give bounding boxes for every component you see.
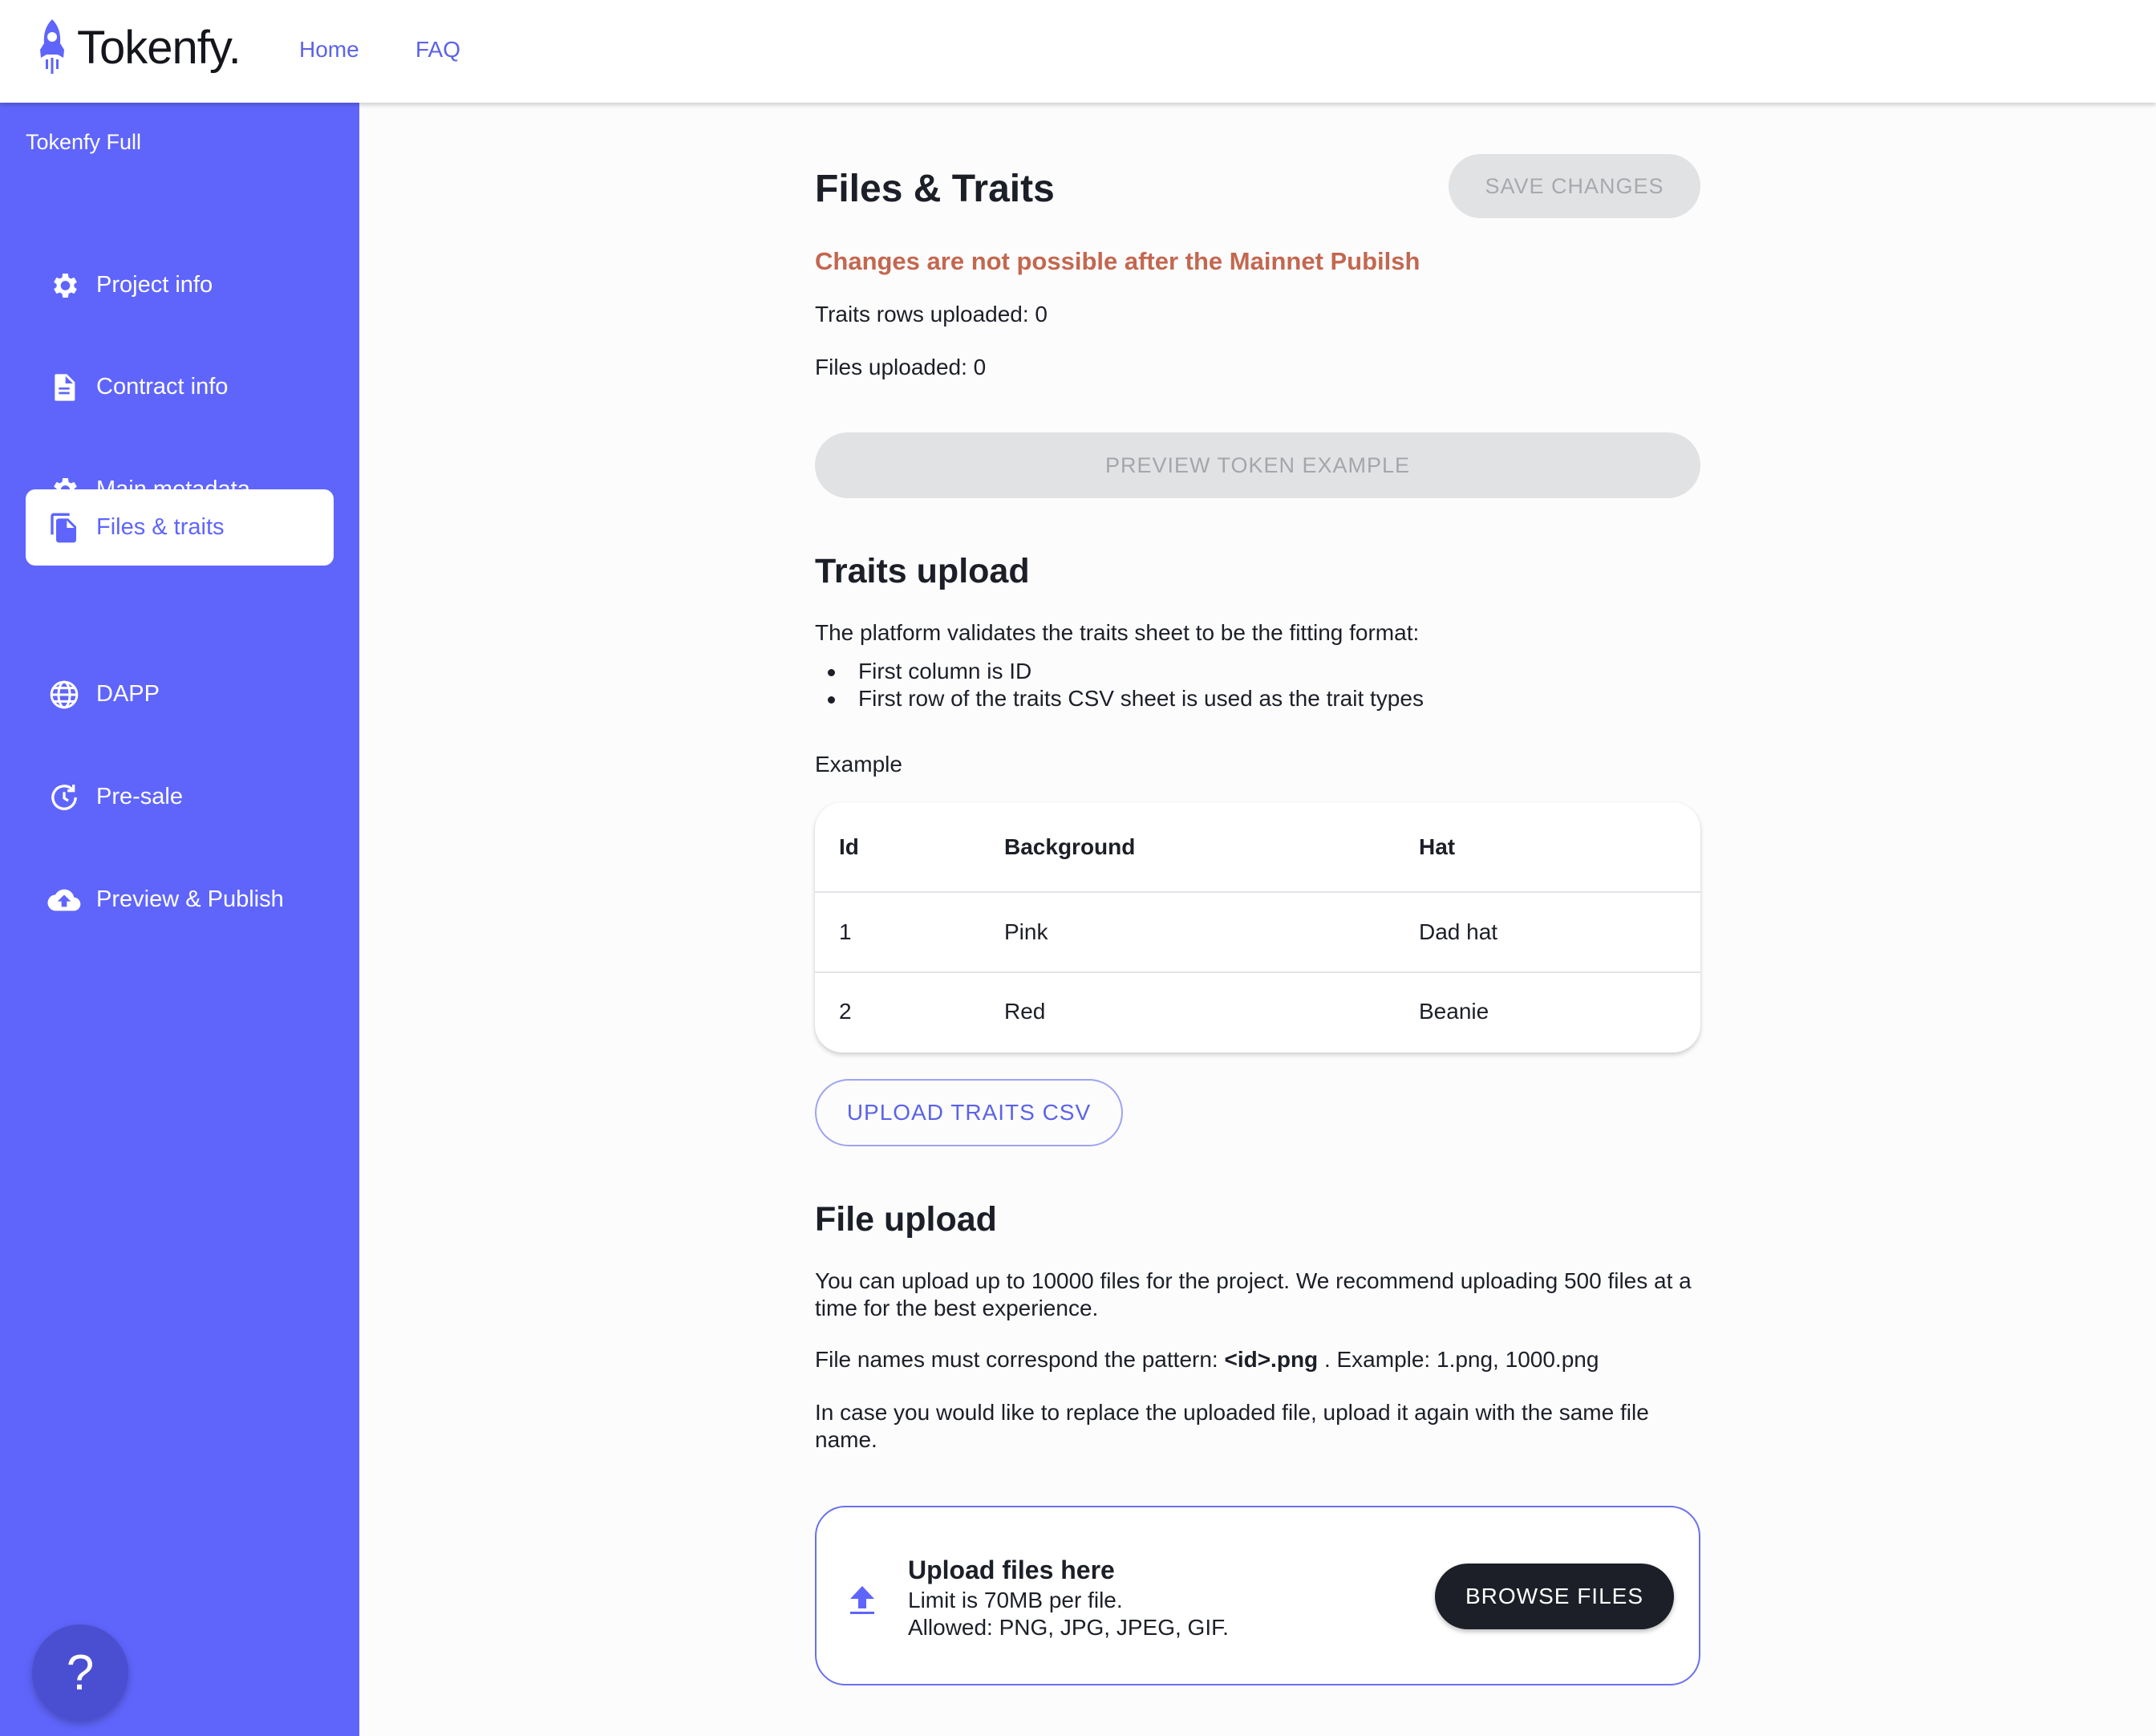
- sidebar: Tokenfy Full Project info Contract info …: [0, 103, 359, 1736]
- sidebar-item-project-info[interactable]: Project info: [26, 247, 334, 323]
- sidebar-item-label: DAPP: [96, 681, 160, 707]
- preview-token-button[interactable]: PREVIEW TOKEN EXAMPLE: [815, 432, 1700, 498]
- table-header-row: Id Background Hat: [815, 802, 1700, 893]
- file-replace-text: In case you would like to replace the up…: [815, 1400, 1649, 1452]
- sidebar-item-label: Pre-sale: [96, 784, 183, 809]
- pattern-suffix: . Example: 1.png, 1000.png: [1323, 1347, 1599, 1372]
- top-header: Tokenfy. Home FAQ: [0, 0, 2156, 103]
- page-title: Files & Traits: [815, 168, 1055, 210]
- sidebar-item-dapp[interactable]: DAPP: [26, 656, 334, 732]
- table-cell: Dad hat: [1419, 919, 1498, 944]
- list-item: First row of the traits CSV sheet is use…: [815, 685, 1424, 712]
- table-cell: Beanie: [1419, 999, 1489, 1024]
- nav-faq-link[interactable]: FAQ: [415, 37, 460, 63]
- table-cell: 2: [839, 999, 852, 1024]
- sidebar-item-label: Preview & Publish: [96, 886, 284, 912]
- browse-files-button[interactable]: BROWSE FILES: [1435, 1564, 1674, 1629]
- upload-traits-csv-button[interactable]: UPLOAD TRAITS CSV: [815, 1079, 1123, 1146]
- logo[interactable]: Tokenfy.: [34, 18, 241, 77]
- sidebar-title: Tokenfy Full: [26, 130, 142, 154]
- sidebar-item-pre-sale[interactable]: Pre-sale: [26, 759, 334, 835]
- file-upload-heading: File upload: [815, 1200, 997, 1239]
- mainnet-warning: Changes are not possible after the Mainn…: [815, 247, 1420, 275]
- sidebar-item-preview-publish[interactable]: Preview & Publish: [26, 862, 334, 938]
- table-header-hat: Hat: [1419, 834, 1456, 859]
- clock-refresh-icon: [47, 780, 82, 815]
- sidebar-item-label: Files & traits: [96, 514, 225, 540]
- dropzone-title: Upload files here: [908, 1556, 1115, 1584]
- pattern-value: <id>.png: [1224, 1347, 1319, 1372]
- globe-icon: [47, 677, 82, 712]
- file-upload-limit-text: You can upload up to 10000 files for the…: [815, 1268, 1692, 1320]
- table-row: 1 Pink Dad hat: [815, 893, 1700, 973]
- dropzone-allowed: Allowed: PNG, JPG, JPEG, GIF.: [908, 1615, 1229, 1640]
- rocket-icon: [40, 19, 64, 74]
- traits-rows-count: Traits rows uploaded: 0: [815, 302, 1048, 327]
- sidebar-item-files-traits[interactable]: Files & traits: [26, 489, 334, 566]
- traits-example-table: Id Background Hat 1 Pink Dad hat 2 Red B…: [815, 802, 1700, 1053]
- table-row: 2 Red Beanie: [815, 973, 1700, 1053]
- example-label: Example: [815, 752, 902, 777]
- save-changes-button[interactable]: SAVE CHANGES: [1449, 154, 1700, 218]
- table-header-id: Id: [839, 834, 859, 859]
- traits-upload-heading: Traits upload: [815, 552, 1030, 590]
- table-header-background: Background: [1004, 834, 1136, 859]
- table-cell: Red: [1004, 999, 1046, 1024]
- list-item: First column is ID: [815, 658, 1424, 685]
- file-dropzone[interactable]: Upload files here Limit is 70MB per file…: [815, 1506, 1700, 1685]
- traits-rules-list: First column is ID First row of the trai…: [815, 658, 1424, 712]
- traits-intro: The platform validates the traits sheet …: [815, 620, 1420, 645]
- document-icon: [47, 370, 82, 405]
- dropzone-limit: Limit is 70MB per file.: [908, 1588, 1123, 1612]
- cloud-upload-icon: [47, 882, 82, 918]
- upload-arrow-icon: [850, 1586, 874, 1614]
- logo-text: Tokenfy.: [77, 21, 241, 74]
- nav-home-link[interactable]: Home: [299, 37, 359, 63]
- gear-icon: [47, 268, 82, 303]
- help-button[interactable]: ?: [32, 1624, 128, 1721]
- sidebar-item-label: Project info: [96, 272, 213, 298]
- file-name-pattern-text: File names must correspond the pattern: …: [815, 1346, 1700, 1373]
- files-icon: [47, 510, 82, 546]
- sidebar-item-label: Contract info: [96, 374, 229, 400]
- table-cell: Pink: [1004, 919, 1048, 944]
- table-cell: 1: [839, 919, 852, 944]
- files-uploaded-count: Files uploaded: 0: [815, 355, 987, 379]
- pattern-prefix: File names must correspond the pattern:: [815, 1347, 1218, 1372]
- sidebar-item-contract-info[interactable]: Contract info: [26, 349, 334, 425]
